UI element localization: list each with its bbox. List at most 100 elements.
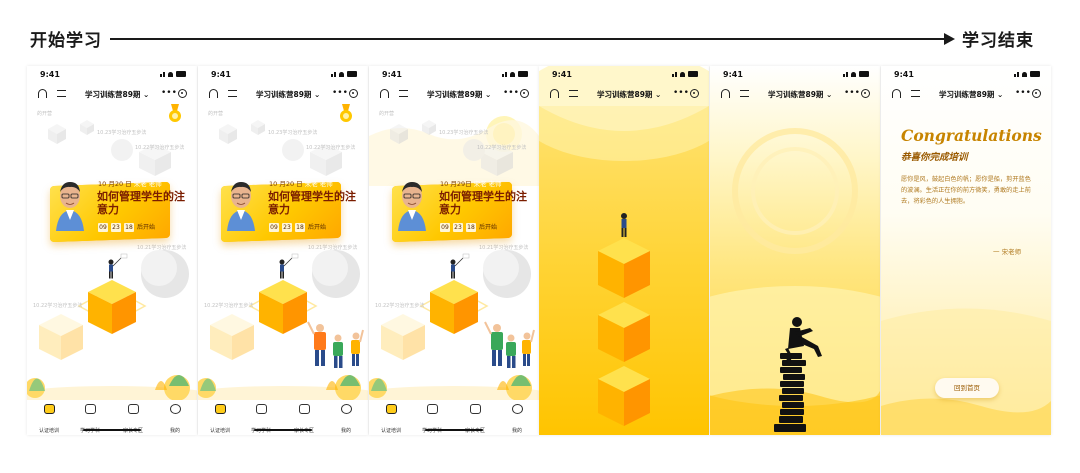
speaker-avatar [398,182,426,231]
map-label-10-23[interactable]: 10.23学习治疗五步法 [97,129,146,136]
status-time: 9:41 [894,70,914,79]
home-indicator [425,428,483,431]
tab-mine[interactable]: 我的 [328,404,364,435]
phone-screen-4: 9:41 学习训练营89期 ⌄ ••• [539,66,709,435]
map-label-start: 的开营 [379,111,395,117]
home-indicator [83,428,141,431]
map-label-10-22[interactable]: 10.22学习治疗五步法 [306,144,355,151]
person-flag-icon [108,253,128,279]
stack-background [539,66,709,426]
speaker-avatar [56,182,84,231]
status-bar: 9:41 [27,66,197,82]
signal-wifi-battery-icon [1014,71,1040,77]
yellow-cube-icon [259,280,307,334]
more-icon[interactable]: ••• [161,89,177,98]
map-label-10-22[interactable]: 10.22学习治疗五步法 [135,144,184,151]
back-home-button[interactable]: 回到首页 [935,378,999,398]
phone-screen-3: 9:41 学习训练营89期 ⌄ ••• 的开营 10.23学习治疗五步法 10.… [369,66,539,435]
medal-icon[interactable] [338,104,354,124]
status-bar: 9:41 [369,66,539,82]
flow-end-label: 学习结束 [962,31,1034,51]
target-icon[interactable] [861,89,870,98]
graduation-cap-icon [385,404,397,414]
nav-bar: 学习训练营89期 ⌄ ••• [198,86,368,102]
map-label-10-22-b[interactable]: 10.22学习治疗五步法 [33,302,82,309]
more-icon[interactable]: ••• [503,89,519,98]
congrats-title: Congratulations [901,126,1042,145]
more-icon[interactable]: ••• [844,89,860,98]
yellow-cube-icon [88,280,136,334]
course-title[interactable]: 如何管理学生的注意力 [439,190,534,216]
headphone-icon[interactable] [38,89,47,98]
map-label-10-23[interactable]: 10.23学习治疗五步法 [268,129,317,136]
nav-title[interactable]: 学习训练营89期 ⌄ [768,89,832,100]
map-label-10-21[interactable]: 10.21学习治疗五步法 [137,244,186,251]
tab-mine[interactable]: 我的 [157,404,193,435]
tab-certification[interactable]: 认证培训 [202,404,238,435]
course-title[interactable]: 如何管理学生的注意力 [268,190,363,216]
headphone-icon[interactable] [209,89,218,98]
signal-wifi-battery-icon [502,71,528,77]
menu-icon[interactable] [569,90,578,97]
course-countdown: 09 23 18 后开始 [98,223,156,232]
nav-title[interactable]: 学习训练营89期 ⌄ [256,89,320,100]
congrats-message: 愿你是风，鼓起白色的帆；愿你是船，剪开蓝色的波澜。生活正在你的前方微笑，勇敢的走… [901,176,1031,205]
map-label-10-21[interactable]: 10.21学习治疗五步法 [479,244,528,251]
congrats-signature: 一 宋老师 [993,248,1022,256]
target-icon[interactable] [520,89,529,98]
nav-title[interactable]: 学习训练营89期 ⌄ [939,89,1003,100]
phone-screen-5: 9:41 学习训练营89期 ⌄ ••• [710,66,880,435]
course-title[interactable]: 如何管理学生的注意力 [97,190,192,216]
menu-icon[interactable] [57,90,66,97]
map-label-10-22[interactable]: 10.22学习治疗五步法 [477,144,526,151]
more-icon[interactable]: ••• [1015,89,1031,98]
flow-start-label: 开始学习 [30,31,102,51]
target-icon[interactable] [349,89,358,98]
menu-icon[interactable] [228,90,237,97]
map-label-10-21[interactable]: 10.21学习治疗五步法 [308,244,357,251]
target-icon[interactable] [1032,89,1041,98]
course-countdown: 09 23 18 后开始 [269,223,327,232]
headphone-icon[interactable] [380,89,389,98]
course-date: 10 月20 日宋老 老师 [98,180,162,188]
nav-bar: 学习训练营89期 ⌄ ••• [369,86,539,102]
medal-icon[interactable] [167,104,183,124]
menu-icon[interactable] [911,90,920,97]
family-icon [298,404,310,414]
smile-icon [511,404,523,414]
more-icon[interactable]: ••• [332,89,348,98]
headphone-icon[interactable] [892,89,901,98]
map-label-10-22-b[interactable]: 10.22学习治疗五步法 [375,302,424,309]
smile-icon [340,404,352,414]
course-countdown: 09 23 18 后开始 [440,223,498,232]
status-time: 9:41 [552,70,572,79]
celebrating-people-icon [307,321,364,368]
tab-certification[interactable]: 认证培训 [31,404,67,435]
signal-wifi-battery-icon [331,71,357,77]
nav-bar: 学习训练营89期 ⌄ ••• [710,86,880,102]
menu-icon[interactable] [740,90,749,97]
headphone-icon[interactable] [550,89,559,98]
map-label-10-23[interactable]: 10.23学习治疗五步法 [439,129,488,136]
bottom-tab-bar: 认证培训 学习学科 家长专区 我的 [27,400,197,435]
status-time: 9:41 [40,70,60,79]
nav-bar: 学习训练营89期 ⌄ ••• [27,86,197,102]
map-label-10-22-b[interactable]: 10.22学习治疗五步法 [204,302,253,309]
phone-screen-2: 9:41 学习训练营89期 ⌄ ••• 的开营 10.23学习治疗五步法 10.… [198,66,368,435]
tab-mine[interactable]: 我的 [499,404,535,435]
nav-title[interactable]: 学习训练营89期 ⌄ [597,89,661,100]
target-icon[interactable] [178,89,187,98]
flow-arrow-line [110,38,950,40]
nav-title[interactable]: 学习训练营89期 ⌄ [427,89,491,100]
tab-certification[interactable]: 认证培训 [373,404,409,435]
graduation-cap-icon [214,404,226,414]
status-bar: 9:41 [710,66,880,82]
home-indicator [254,428,312,431]
more-icon[interactable]: ••• [673,89,689,98]
menu-icon[interactable] [399,90,408,97]
phone-screen-1: 9:41 学习训练营89期 ⌄ ••• 的开营 10.23学习治疗五步法 10.… [27,66,197,435]
headphone-icon[interactable] [721,89,730,98]
speaker-avatar [227,182,255,231]
nav-title[interactable]: 学习训练营89期 ⌄ [85,89,149,100]
target-icon[interactable] [690,89,699,98]
